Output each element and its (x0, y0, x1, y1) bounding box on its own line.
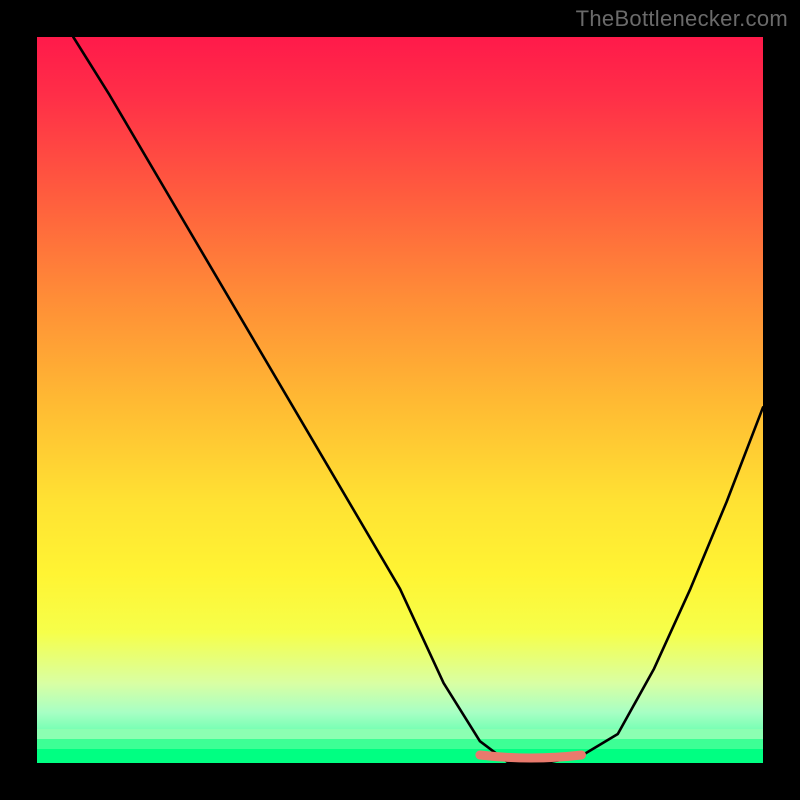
attribution-label: TheBottlenecker.com (576, 6, 788, 32)
plot-area (37, 37, 763, 763)
bottleneck-curve (37, 37, 763, 763)
chart-root: TheBottlenecker.com (0, 0, 800, 800)
